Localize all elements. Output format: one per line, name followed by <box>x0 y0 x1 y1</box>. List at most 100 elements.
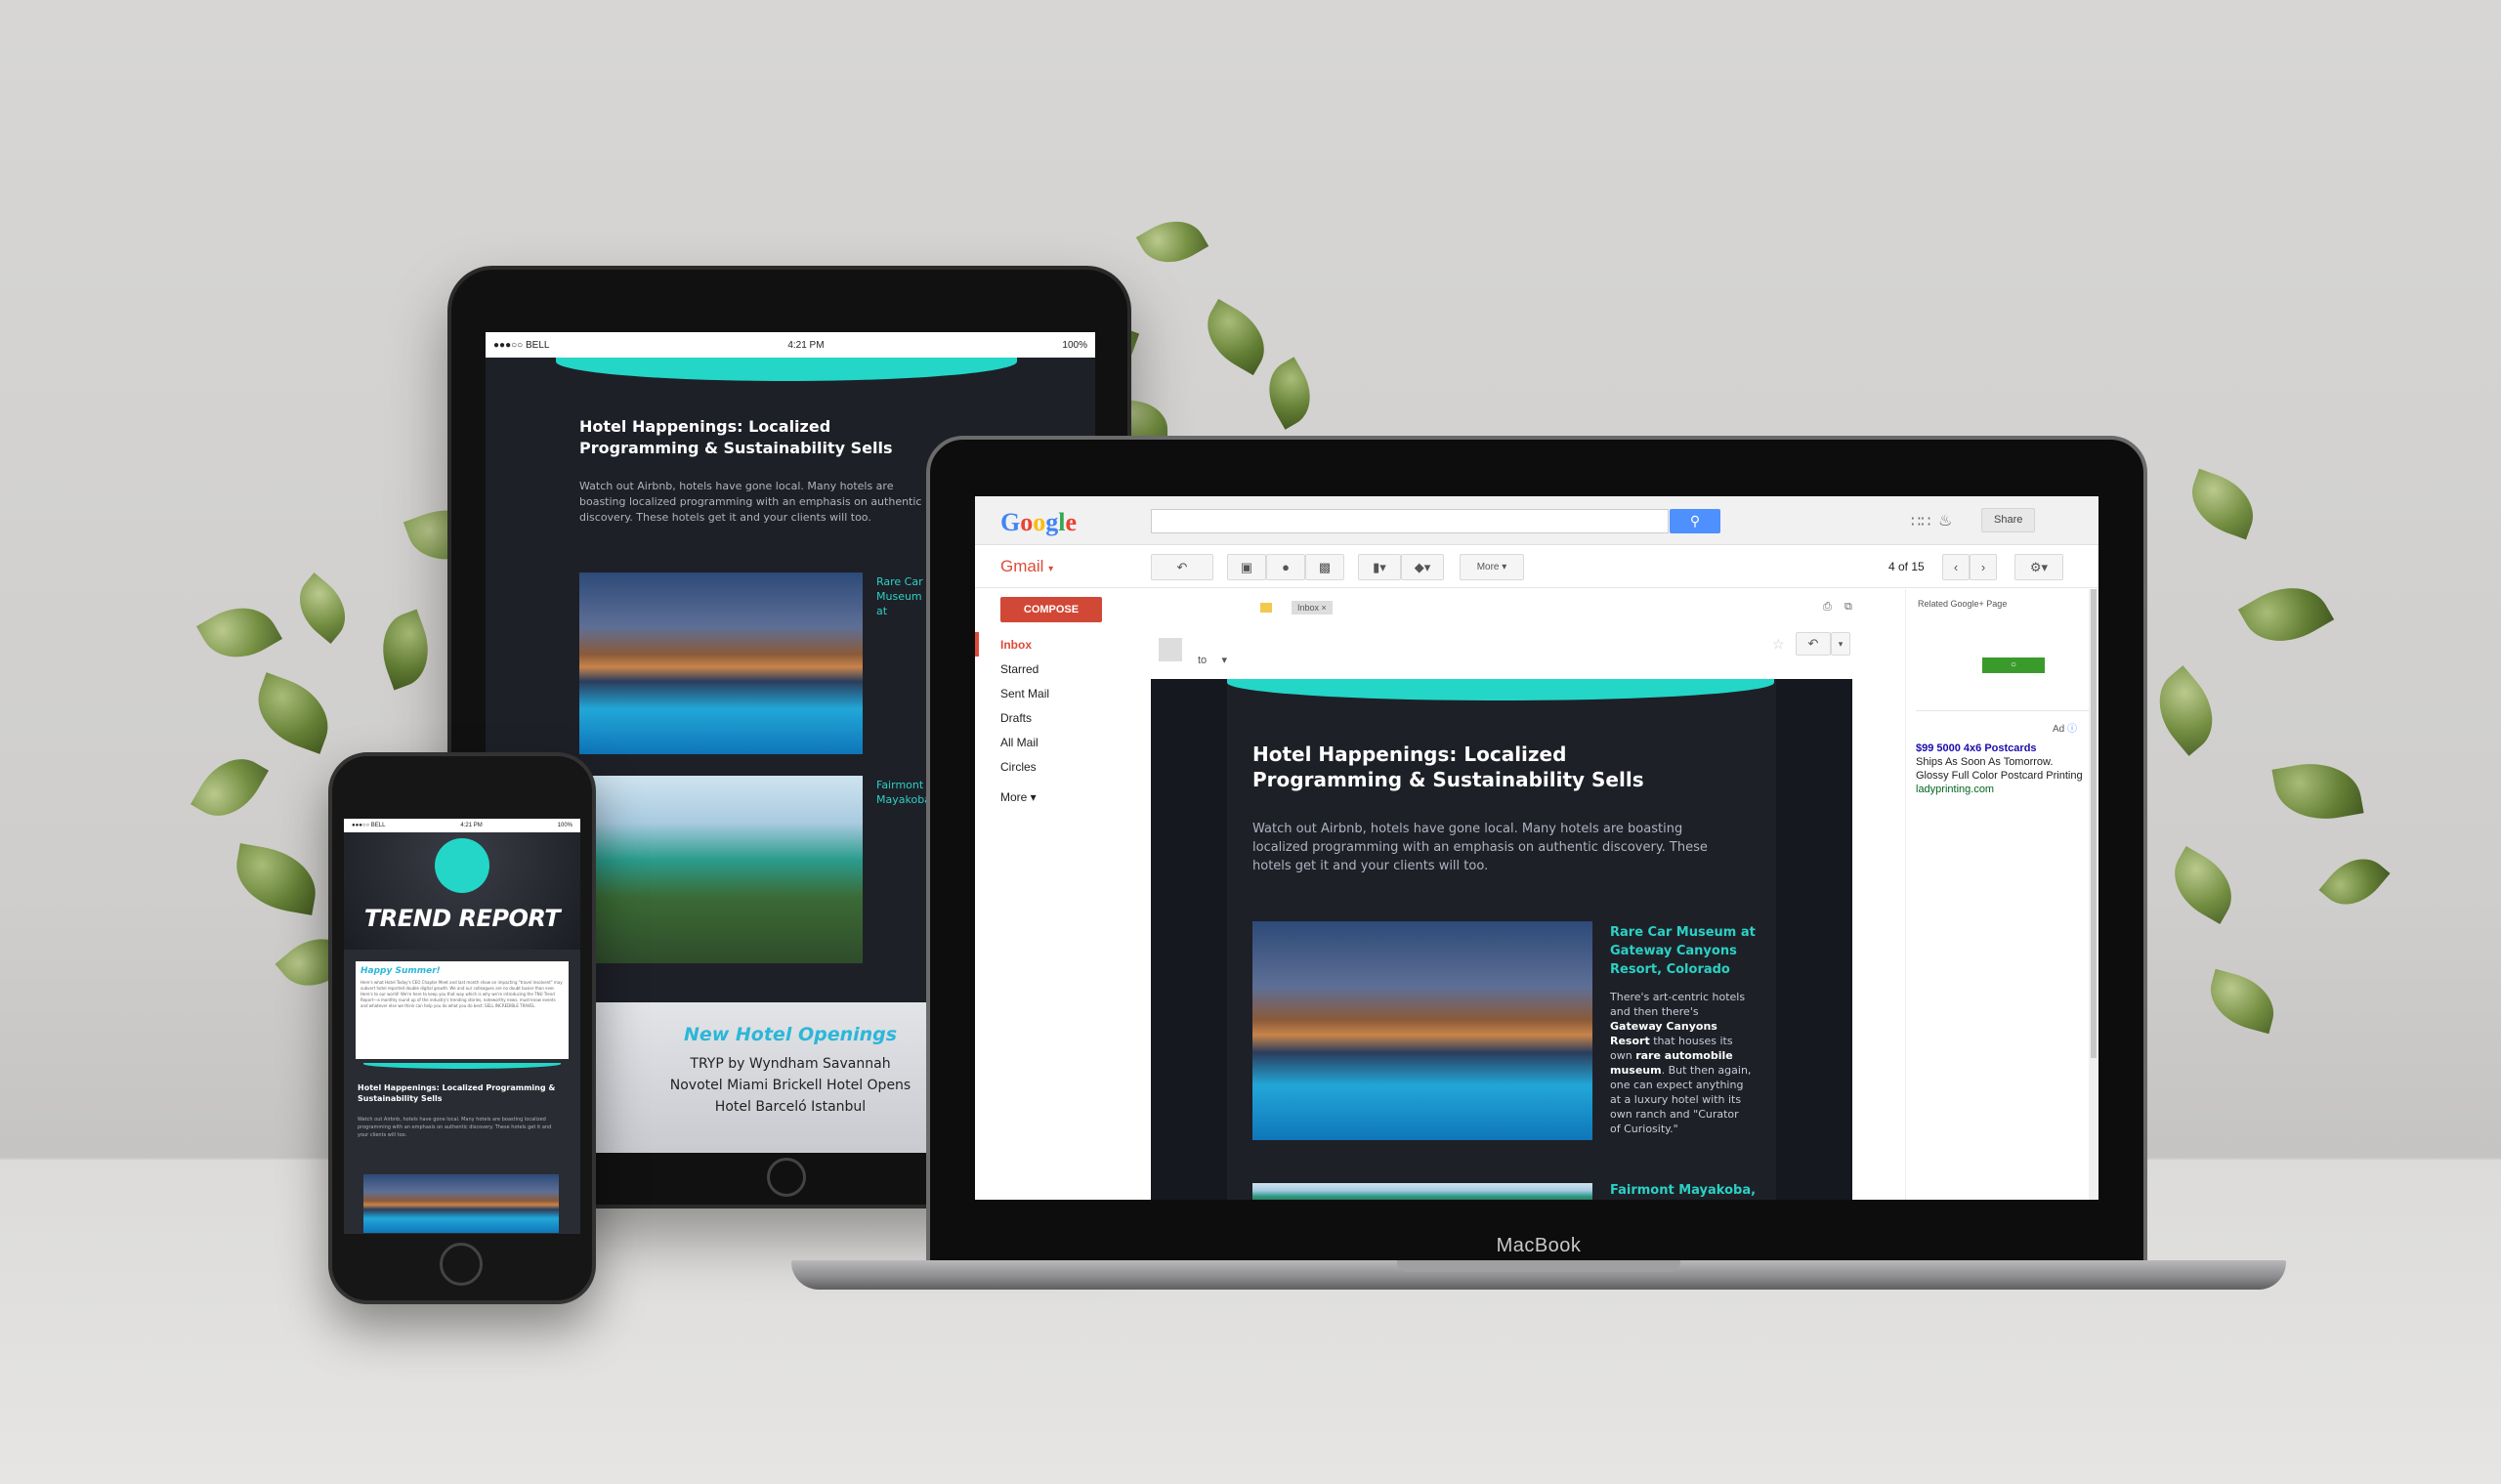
folder-icon: ▮▾ <box>1373 560 1386 574</box>
bell-icon[interactable]: ♨ <box>1938 511 1952 530</box>
settings-button[interactable]: ⚙▾ <box>2014 554 2063 580</box>
greeting-card: Happy Summer! Here's what Hotel Today's … <box>356 961 569 1059</box>
item1-title[interactable]: Rare Car Museum at Gateway Canyons Resor… <box>1610 923 1757 979</box>
nav-sent-mail[interactable]: Sent Mail <box>975 681 1151 705</box>
archive-icon: ▣ <box>1240 560 1253 574</box>
nav-drafts[interactable]: Drafts <box>975 705 1151 730</box>
newsletter-body: Hotel Happenings: Localized Programming … <box>1151 679 1852 1200</box>
reply-button[interactable]: ↶ <box>1796 632 1831 656</box>
nav-all-mail[interactable]: All Mail <box>975 730 1151 754</box>
pagination-count: 4 of 15 <box>1888 560 1925 573</box>
phone-headline: Hotel Happenings: Localized Programming … <box>358 1083 556 1103</box>
gmail-top-bar: Google ⚲ ∷∷ ♨ Share <box>975 496 2098 545</box>
header-wave <box>1227 679 1774 700</box>
laptop-screen: Google ⚲ ∷∷ ♨ Share Gmail ▾ ↶ ▣ ● ▩ ▮▾ ◆… <box>975 496 2098 1200</box>
phone-home-button[interactable] <box>440 1243 483 1286</box>
new-window-icon[interactable]: ⧉ <box>1844 601 1852 614</box>
apps-grid-icon[interactable]: ∷∷ <box>1911 512 1930 531</box>
chevron-left-icon: ‹ <box>1953 560 1959 574</box>
label-chip-text: Inbox <box>1297 603 1320 613</box>
nav-more-label: More <box>1000 790 1028 804</box>
ad-label: Ad ⓘ <box>2053 720 2077 735</box>
email-intro: Watch out Airbnb, hotels have gone local… <box>1252 822 1708 873</box>
status-time: 4:21 PM <box>787 339 825 351</box>
tablet-item1-title[interactable]: Rare Car Museum at Gateway Canyons Resor… <box>876 574 929 618</box>
google-logo[interactable]: Google <box>1000 508 1077 537</box>
nav-more[interactable]: More ▾ <box>975 784 1151 809</box>
phone-intro: Watch out Airbnb, hotels have gone local… <box>358 1117 552 1138</box>
nav-circles[interactable]: Circles <box>975 754 1151 779</box>
archive-button[interactable]: ▣ <box>1227 554 1266 580</box>
resort-photo <box>1252 921 1592 1140</box>
dropdown-caret-icon: ▾ <box>1048 564 1054 574</box>
ad-text: Ad <box>2053 724 2065 735</box>
tag-icon: ◆▾ <box>1414 560 1431 574</box>
trend-report-title: TREND REPORT <box>363 905 561 932</box>
header-wave <box>556 358 1017 381</box>
item1-body: There's art-centric hotels and then ther… <box>1610 990 1752 1136</box>
chevron-down-icon: ▾ <box>1838 639 1844 649</box>
tablet-headline: Hotel Happenings: Localized Programming … <box>579 417 893 457</box>
spam-icon: ● <box>1282 560 1290 574</box>
ad-block: $99 5000 4x6 Postcards Ships As Soon As … <box>1916 742 2097 796</box>
macbook-label: MacBook <box>1496 1235 1582 1256</box>
delete-button[interactable]: ▩ <box>1305 554 1344 580</box>
status-battery: 100% <box>1062 339 1087 351</box>
info-icon[interactable]: ⓘ <box>2067 724 2077 735</box>
newsletter-gutter-right <box>1776 679 1852 1200</box>
important-marker-icon[interactable] <box>1260 603 1272 613</box>
gear-icon: ⚙▾ <box>2029 560 2049 574</box>
scrollbar[interactable] <box>2089 589 2098 1200</box>
tablet-home-button[interactable] <box>767 1158 806 1197</box>
search-button[interactable]: ⚲ <box>1670 509 1720 533</box>
newer-button[interactable]: ‹ <box>1942 554 1970 580</box>
share-button[interactable]: Share <box>1981 508 2036 532</box>
greeting-body: Here's what Hotel Today's CEO Chapter Me… <box>360 980 563 1008</box>
status-time: 4:21 PM <box>460 823 483 828</box>
nav-starred[interactable]: Starred <box>975 657 1151 681</box>
compose-button[interactable]: COMPOSE <box>1000 597 1102 622</box>
star-icon[interactable]: ☆ <box>1772 636 1785 653</box>
laptop-notch <box>1397 1260 1680 1272</box>
older-button[interactable]: › <box>1970 554 1997 580</box>
status-carrier: ●●●○○ BELL <box>493 339 550 351</box>
jungle-photo <box>579 776 863 963</box>
status-battery: 100% <box>557 823 572 828</box>
gmail-menu[interactable]: Gmail ▾ <box>1000 557 1053 576</box>
sender-avatar[interactable] <box>1159 638 1182 661</box>
back-button[interactable]: ↶ <box>1151 554 1213 580</box>
more-label: More <box>1476 562 1500 572</box>
item2-title[interactable]: Fairmont Mayakoba, <box>1610 1183 1757 1198</box>
report-spam-button[interactable]: ● <box>1266 554 1305 580</box>
phone-status-bar: ●●●○○ BELL 4:21 PM 100% <box>344 819 580 832</box>
newsletter-gutter-left <box>1151 679 1227 1200</box>
chevron-right-icon: › <box>1980 560 1986 574</box>
gmail-sidebar: COMPOSE Inbox Starred Sent Mail Drafts A… <box>975 589 1151 809</box>
related-page-title: Related Google+ Page <box>1918 599 2008 609</box>
tablet-status-bar: ●●●○○ BELL 4:21 PM 100% <box>486 332 1095 358</box>
greeting-title: Happy Summer! <box>360 966 441 976</box>
tablet-item2-title[interactable]: Fairmont Mayakoba, Riviera <box>876 778 929 807</box>
label-chip[interactable]: Inbox × <box>1292 601 1333 615</box>
item1-body-text: There's art-centric hotels and then ther… <box>1610 991 1746 1018</box>
resort-photo <box>579 572 863 754</box>
ad-title[interactable]: $99 5000 4x6 Postcards <box>1916 742 2097 755</box>
phone-screen: ●●●○○ BELL 4:21 PM 100% TREND REPORT Hap… <box>344 819 580 1234</box>
labels-button[interactable]: ◆▾ <box>1401 554 1444 580</box>
reply-options-button[interactable]: ▾ <box>1831 632 1850 656</box>
nav-inbox[interactable]: Inbox <box>975 632 1151 657</box>
email-headline: Hotel Happenings: Localized Programming … <box>1252 742 1644 791</box>
search-input[interactable] <box>1151 509 1669 533</box>
gmail-toolbar: Gmail ▾ ↶ ▣ ● ▩ ▮▾ ◆▾ More ▾ 4 of 15 ‹ ›… <box>975 545 2098 588</box>
more-actions-button[interactable]: More ▾ <box>1460 554 1524 580</box>
to-label: to ▾ <box>1198 655 1227 666</box>
ad-url[interactable]: ladyprinting.com <box>1916 783 2097 796</box>
ad-line: Glossy Full Color Postcard Printing <box>1916 770 2083 782</box>
follow-button[interactable]: ○ <box>1982 657 2045 673</box>
tablet-intro: Watch out Airbnb, hotels have gone local… <box>579 480 922 524</box>
print-icon[interactable]: ⎙ <box>1823 601 1832 614</box>
panel-divider <box>1916 710 2090 711</box>
right-panel: Related Google+ Page ○ Ad ⓘ $99 5000 4x6… <box>1905 589 2098 1200</box>
back-arrow-icon: ↶ <box>1176 560 1188 574</box>
move-to-button[interactable]: ▮▾ <box>1358 554 1401 580</box>
